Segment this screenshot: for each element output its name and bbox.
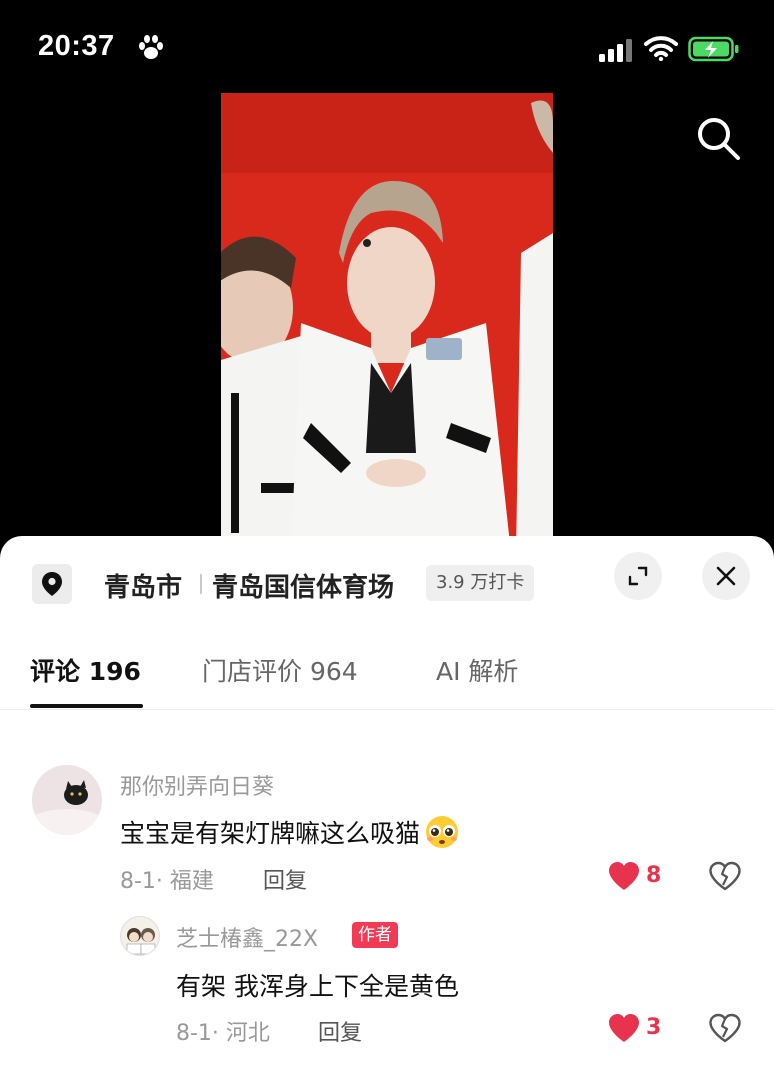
status-time: 20:37 xyxy=(38,30,115,62)
comment-text: 宝宝是有架灯牌嘛这么吸猫 xyxy=(120,814,462,850)
author-badge: 作者 xyxy=(352,922,398,948)
avatar[interactable] xyxy=(32,765,102,835)
expand-icon xyxy=(628,566,648,586)
like-count: 8 xyxy=(646,863,662,888)
paw-icon xyxy=(139,35,163,59)
heart-filled-icon[interactable] xyxy=(607,861,641,891)
cellular-signal-icon xyxy=(599,39,632,62)
tab-comments[interactable]: 评论 196 xyxy=(30,652,141,688)
location-pin-icon xyxy=(32,564,72,604)
location-city[interactable]: 青岛市 xyxy=(104,567,182,604)
video-frame-image xyxy=(221,93,553,553)
avatar-image xyxy=(32,765,102,835)
location-header[interactable]: 青岛市 青岛国信体育场 3.9 万打卡 xyxy=(0,536,774,632)
tab-bar: 评论 196 门店评价 964 AI 解析 xyxy=(0,632,774,710)
reply-username[interactable]: 芝士椿鑫_22X xyxy=(176,921,318,953)
wifi-icon xyxy=(644,36,678,61)
broken-heart-icon[interactable] xyxy=(708,861,742,891)
reply-text: 有架 我浑身上下全是黄色 xyxy=(176,972,459,1001)
pleading-face-emoji xyxy=(426,816,459,848)
location-venue[interactable]: 青岛国信体育场 xyxy=(212,567,394,604)
divider xyxy=(200,574,202,594)
active-tab-indicator xyxy=(30,704,143,708)
avatar-image xyxy=(121,917,159,955)
reply-date-location: 8-1· 河北 xyxy=(176,1021,270,1046)
heart-filled-icon[interactable] xyxy=(607,1013,641,1043)
reply-button[interactable]: 回复 xyxy=(318,1015,362,1047)
tab-store-reviews[interactable]: 门店评价 964 xyxy=(202,652,358,688)
reply-button[interactable]: 回复 xyxy=(263,863,307,895)
search-icon[interactable] xyxy=(694,114,744,164)
tab-ai-analysis[interactable]: AI 解析 xyxy=(436,652,518,688)
video-player[interactable] xyxy=(221,93,553,553)
status-bar: 20:37 xyxy=(0,0,774,90)
close-button[interactable] xyxy=(702,552,750,600)
comment-date-location: 8-1· 福建 xyxy=(120,869,214,894)
close-icon xyxy=(716,566,736,586)
comment-list[interactable]: 那你别弄向日葵 宝宝是有架灯牌嘛这么吸猫 8-1· 福建 回复 8 芝士椿鑫_2… xyxy=(0,711,774,1080)
broken-heart-icon[interactable] xyxy=(708,1013,742,1043)
reply-avatar[interactable] xyxy=(120,916,160,956)
battery-charging-icon xyxy=(688,36,739,62)
expand-button[interactable] xyxy=(614,552,662,600)
checkin-count-badge: 3.9 万打卡 xyxy=(426,565,535,601)
comment-username[interactable]: 那你别弄向日葵 xyxy=(120,769,274,801)
comment-sheet: 青岛市 青岛国信体育场 3.9 万打卡 评论 196 门店评价 964 AI 解… xyxy=(0,536,774,1080)
like-count: 3 xyxy=(646,1015,662,1040)
